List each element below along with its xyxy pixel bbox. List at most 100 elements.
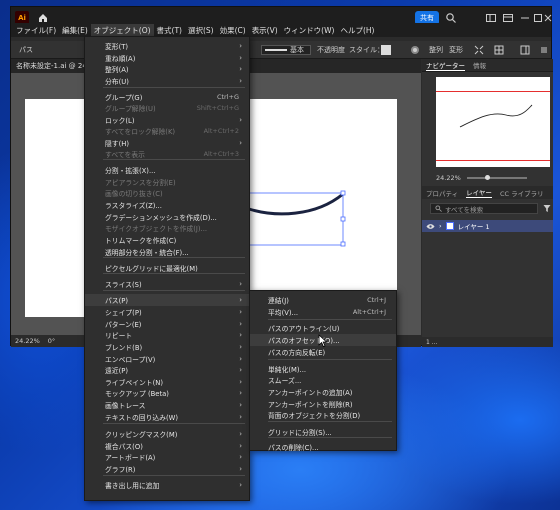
submenu-arrow-icon: ›: [239, 464, 242, 473]
object-menu-item[interactable]: アートボード(A) ›: [85, 451, 249, 463]
object-menu-item[interactable]: トリムマークを作成(C): [85, 234, 249, 246]
path-submenu-item[interactable]: 連結(J) Ctrl+J: [250, 294, 396, 306]
align-label[interactable]: 整列: [429, 45, 443, 55]
object-menu-item[interactable]: モックアップ (Beta) ›: [85, 387, 249, 399]
navigator-zoom-controls: 24.22%: [436, 174, 550, 182]
object-menu-item[interactable]: 透明部分を分割・統合(F)...: [85, 246, 249, 258]
tab-info[interactable]: 情報: [473, 60, 486, 70]
menu-item-label: すべてをロック解除(K): [105, 127, 176, 136]
menu-item-label: クリッピングマスク(M): [105, 430, 178, 439]
navigator-zoom-value[interactable]: 24.22%: [436, 174, 461, 182]
object-menu-item[interactable]: クリッピングマスク(M) ›: [85, 428, 249, 440]
menu-item-label: エンベロープ(V): [105, 355, 156, 364]
visibility-eye-icon[interactable]: [426, 223, 435, 230]
expand-chevron-icon[interactable]: ›: [439, 222, 442, 230]
menu-window[interactable]: ウィンドウ(W): [281, 24, 338, 37]
object-menu-item[interactable]: グラデーションメッシュを作成(D)...: [85, 211, 249, 223]
object-menu-item[interactable]: エンベロープ(V) ›: [85, 353, 249, 365]
menu-item-label: 遠近(P): [105, 366, 128, 375]
menu-item-label: 画像の切り抜き(C): [105, 189, 163, 198]
object-menu-item[interactable]: パス(P) ›: [85, 294, 249, 306]
menu-item-shortcut: Ctrl+G: [216, 92, 239, 101]
object-menu-item[interactable]: ブレンド(B) ›: [85, 341, 249, 353]
object-menu-item: アピアランスを分割(E): [85, 176, 249, 188]
menu-item-label: 隠す(H): [105, 139, 130, 148]
object-menu-item[interactable]: 重ね順(A) ›: [85, 52, 249, 64]
object-menu-item: 画像の切り抜き(C): [85, 187, 249, 199]
status-zoom[interactable]: 24.22%: [15, 337, 40, 345]
navigator-zoom-slider[interactable]: [466, 175, 527, 180]
object-menu-item[interactable]: 遠近(P) ›: [85, 364, 249, 376]
object-menu-item[interactable]: 複合パス(O) ›: [85, 440, 249, 452]
transform-label[interactable]: 変形: [449, 45, 463, 55]
menu-select[interactable]: 選択(S): [185, 24, 217, 37]
object-menu-item[interactable]: 整列(A) ›: [85, 63, 249, 75]
object-menu-item[interactable]: パターン(E) ›: [85, 318, 249, 330]
menu-separator: [103, 423, 245, 424]
object-menu-item[interactable]: 隠す(H) ›: [85, 137, 249, 149]
object-menu-item[interactable]: 書き出し用に追加 ›: [85, 479, 249, 491]
path-submenu-item[interactable]: 背面のオブジェクトを分割(D): [250, 409, 396, 421]
layer-name[interactable]: レイヤー 1: [458, 221, 490, 231]
recolor-artwork-icon[interactable]: [409, 44, 421, 56]
object-menu-item[interactable]: グループ(G) Ctrl+G: [85, 91, 249, 103]
tab-layers[interactable]: レイヤー: [466, 187, 492, 198]
object-menu-item[interactable]: 変形(T) ›: [85, 40, 249, 52]
object-menu-item[interactable]: ラスタライズ(Z)...: [85, 199, 249, 211]
object-menu-item[interactable]: ピクセルグリッドに最適化(M): [85, 262, 249, 274]
path-submenu-item[interactable]: 平均(V)... Alt+Ctrl+J: [250, 306, 396, 318]
submenu-arrow-icon: ›: [239, 41, 242, 50]
status-rotation[interactable]: 0°: [48, 337, 55, 345]
menu-effect[interactable]: 効果(C): [217, 24, 249, 37]
object-menu-item: すべてを表示 Alt+Ctrl+3: [85, 148, 249, 160]
menu-item-label: 分布(U): [105, 77, 129, 86]
graphic-style-swatch[interactable]: [381, 45, 391, 55]
menu-object[interactable]: オブジェクト(O): [90, 23, 154, 37]
filter-icon[interactable]: [543, 204, 551, 213]
menu-item-label: アンカーポイントの追加(A): [268, 388, 353, 397]
menu-item-label: スライス(S): [105, 280, 142, 289]
path-submenu-item[interactable]: パスの削除(C)...: [250, 441, 396, 453]
layer-search-input[interactable]: すべてを検索: [430, 203, 538, 214]
layer-row[interactable]: › レイヤー 1: [422, 220, 553, 232]
menu-item-label: 変形(T): [105, 42, 129, 51]
tab-navigator[interactable]: ナビゲーター: [426, 60, 465, 71]
object-menu-item[interactable]: スライス(S) ›: [85, 278, 249, 290]
object-menu-item[interactable]: シェイプ(P) ›: [85, 306, 249, 318]
object-menu-item[interactable]: グラフ(R) ›: [85, 463, 249, 475]
menu-item-label: アートボード(A): [105, 453, 156, 462]
opacity-label[interactable]: 不透明度: [317, 45, 345, 55]
object-menu-item: すべてをロック解除(K) Alt+Ctrl+2: [85, 125, 249, 137]
menu-edit[interactable]: 編集(E): [59, 24, 91, 37]
menu-item-label: 単純化(M)...: [268, 365, 307, 374]
menu-view[interactable]: 表示(V): [249, 24, 281, 37]
path-submenu-item[interactable]: アンカーポイントの追加(A): [250, 386, 396, 398]
navigator-preview[interactable]: [436, 77, 550, 167]
path-submenu-item[interactable]: パスのアウトライン(U): [250, 322, 396, 334]
isolate-icon[interactable]: [473, 44, 485, 56]
path-submenu-item[interactable]: スムーズ...: [250, 374, 396, 386]
brush-definition-select[interactable]: 基本: [261, 45, 311, 55]
zoom-slider-knob[interactable]: [484, 175, 490, 180]
object-menu-item[interactable]: ロック(L) ›: [85, 114, 249, 126]
tab-cc-libraries[interactable]: CC ライブラリ: [500, 188, 544, 198]
menu-type[interactable]: 書式(T): [154, 24, 185, 37]
object-menu-item[interactable]: 分割・拡張(X)...: [85, 164, 249, 176]
grid-icon[interactable]: [493, 44, 505, 56]
path-submenu-item[interactable]: グリッドに分割(S)...: [250, 426, 396, 438]
menu-item-shortcut: Shift+Ctrl+G: [196, 103, 239, 112]
menu-item-label: グループ(G): [105, 93, 143, 102]
path-submenu-item[interactable]: 単純化(M)...: [250, 363, 396, 375]
tab-properties[interactable]: プロパティ: [426, 188, 458, 198]
object-menu-item[interactable]: 画像トレース ›: [85, 399, 249, 411]
object-menu-item[interactable]: ライブペイント(N) ›: [85, 376, 249, 388]
control-bar-menu-icon[interactable]: [539, 44, 549, 56]
menu-separator: [268, 319, 392, 320]
object-menu-item[interactable]: 分布(U) ›: [85, 75, 249, 87]
object-menu-item[interactable]: テキストの回り込み(W) ›: [85, 411, 249, 423]
object-menu-item[interactable]: リピート ›: [85, 329, 249, 341]
menu-help[interactable]: ヘルプ(H): [337, 24, 377, 37]
path-submenu-item[interactable]: アンカーポイントを削除(R): [250, 398, 396, 410]
panel-toggle-icon[interactable]: [519, 44, 531, 56]
menu-file[interactable]: ファイル(F): [13, 24, 59, 37]
